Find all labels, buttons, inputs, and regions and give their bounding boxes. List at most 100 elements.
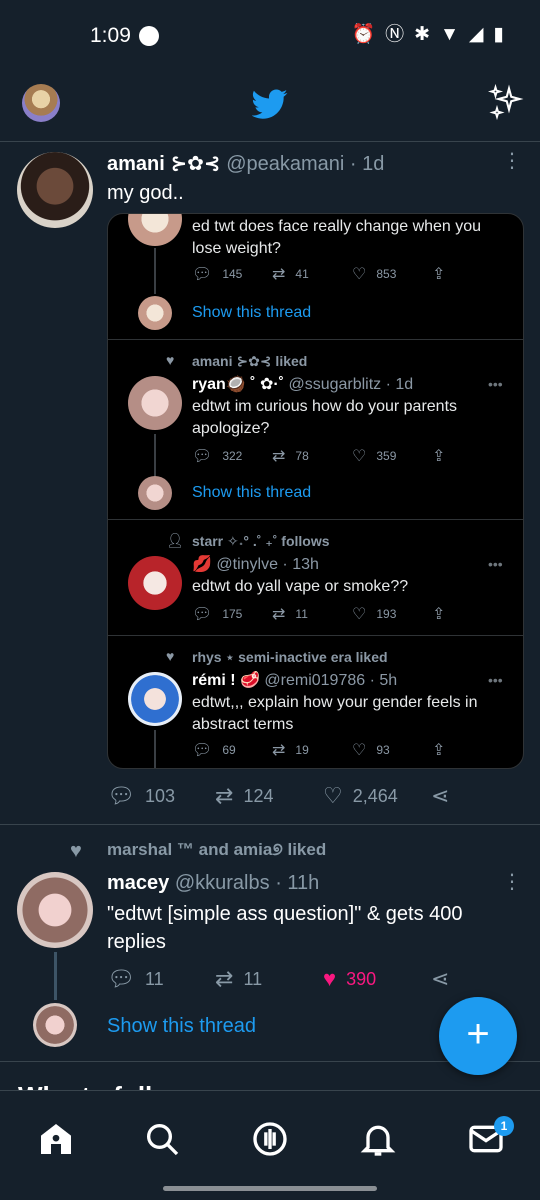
share-icon: ⋖ — [431, 783, 450, 808]
share-button[interactable]: ⇪ — [432, 264, 445, 284]
show-thread-link[interactable]: Show this thread — [192, 304, 311, 322]
thread-line — [154, 730, 156, 768]
avatar[interactable] — [33, 1003, 77, 1047]
retweet-icon: ⇄ — [272, 448, 286, 465]
sparkle-icon[interactable] — [488, 84, 524, 120]
tweet-header: macey @kkuralbs · 11h — [107, 872, 319, 895]
reply-button[interactable]: 💬︎ 145 — [192, 264, 242, 284]
share-button[interactable]: ⇪ — [432, 604, 445, 624]
alarm-icon: ⏰ — [351, 24, 376, 45]
home-icon[interactable] — [36, 1119, 76, 1159]
reply-icon: 💬︎ — [107, 966, 135, 991]
retweet-button[interactable]: ⇄ 11 — [272, 604, 308, 624]
embedded-tweet[interactable]: ed twt does face really change when you … — [108, 214, 523, 340]
avatar[interactable] — [128, 376, 182, 430]
messages-badge: 1 — [494, 1116, 514, 1136]
author-name[interactable]: amani ⊱✿⊰ — [107, 153, 221, 175]
signal-icon: ◢ — [468, 24, 484, 45]
author-handle[interactable]: @tinylve · 13h — [216, 556, 319, 573]
avatar[interactable] — [138, 476, 172, 510]
person-icon: 👤︎ — [166, 532, 184, 548]
embedded-tweet[interactable]: ♥ rhys ⋆ semi-inactive era liked rémi ! … — [108, 636, 523, 768]
more-options-icon[interactable]: ⋮ — [500, 151, 524, 175]
avatar[interactable] — [138, 296, 172, 330]
bluetooth-icon: ✱ — [414, 24, 431, 45]
retweet-icon: ⇄ — [272, 742, 286, 759]
author-name[interactable]: ryan🥥 ˚ ✿·˚ — [192, 376, 284, 393]
like-button[interactable]: ♡ 193 — [352, 604, 396, 624]
like-button[interactable]: ♡ 93 — [352, 740, 390, 760]
author-handle[interactable]: @ssugarblitz · 1d — [288, 376, 413, 393]
reply-icon: 💬︎ — [192, 606, 213, 623]
reply-button[interactable]: 💬︎ 322 — [192, 446, 242, 466]
reply-icon: 💬︎ — [107, 783, 135, 808]
like-button[interactable]: ♥ 390 — [323, 966, 376, 992]
spaces-icon[interactable] — [250, 1119, 290, 1159]
tweet-actions: 💬︎ 69 ⇄ 19 ♡ 93 ⇪ — [192, 740, 462, 762]
avatar[interactable] — [17, 152, 93, 228]
avatar[interactable] — [128, 556, 182, 610]
thread-line — [154, 434, 156, 478]
embedded-tweet[interactable]: 👤︎ starr ✧˖° .˚ ₊˚ follows 💋 @tinylve · … — [108, 520, 523, 636]
retweet-button[interactable]: ⇄ 78 — [272, 446, 309, 466]
more-options-icon[interactable]: ••• — [488, 376, 503, 392]
reply-button[interactable]: 💬︎ 175 — [192, 604, 242, 624]
home-indicator[interactable] — [163, 1186, 377, 1191]
more-options-icon[interactable]: ⋮ — [500, 872, 524, 896]
share-button[interactable]: ⋖ — [431, 966, 449, 992]
retweet-button[interactable]: ⇄ 19 — [272, 740, 309, 760]
twitter-bird-icon[interactable] — [252, 86, 288, 122]
embedded-tweet-header: ryan🥥 ˚ ✿·˚ @ssugarblitz · 1d — [192, 374, 413, 394]
retweet-button[interactable]: ⇄ 11 — [215, 966, 262, 992]
author-name[interactable]: rémi ! 🥩 — [192, 672, 260, 689]
author-name[interactable]: 💋 — [192, 556, 212, 573]
share-icon: ⇪ — [432, 266, 446, 283]
avatar[interactable] — [128, 672, 182, 726]
show-thread-link[interactable]: Show this thread — [107, 1015, 256, 1038]
embedded-tweet-text: edtwt do yall vape or smoke?? — [192, 578, 409, 595]
heart-icon: ♡ — [352, 606, 367, 623]
reply-button[interactable]: 💬︎ 69 — [192, 740, 236, 760]
heart-filled-icon: ♥ — [323, 966, 337, 991]
embedded-tweet-header: 💋 @tinylve · 13h — [192, 554, 319, 574]
thread-line — [154, 248, 156, 294]
tweet[interactable]: amani ⊱✿⊰ @peakamani · 1d ⋮ my god.. ed … — [0, 143, 540, 825]
retweet-icon: ⇄ — [272, 266, 286, 283]
profile-avatar[interactable] — [22, 84, 60, 122]
notifications-bell-icon[interactable] — [358, 1119, 398, 1159]
tweet-actions: 💬︎ 103 ⇄ 124 ♡ 2,464 ⋖ — [107, 783, 467, 813]
reply-button[interactable]: 💬︎ 11 — [107, 966, 164, 992]
author-name[interactable]: macey — [107, 872, 169, 894]
like-button[interactable]: ♡ 853 — [352, 264, 396, 284]
reply-icon: 💬︎ — [192, 742, 213, 759]
share-button[interactable]: ⋖ — [431, 783, 449, 809]
retweet-button[interactable]: ⇄ 41 — [272, 264, 309, 284]
reply-button[interactable]: 💬︎ 103 — [107, 783, 175, 809]
show-thread-link[interactable]: Show this thread — [192, 484, 311, 502]
tweet-text: my god.. — [107, 182, 184, 204]
search-icon[interactable] — [142, 1119, 182, 1159]
author-handle[interactable]: @peakamani — [226, 153, 344, 175]
social-context: rhys ⋆ semi-inactive era liked — [192, 649, 388, 665]
like-button[interactable]: ♡ 2,464 — [323, 783, 398, 809]
heart-icon: ♡ — [352, 742, 367, 759]
like-button[interactable]: ♡ 359 — [352, 446, 396, 466]
quoted-tweets-card[interactable]: ed twt does face really change when you … — [107, 213, 524, 769]
retweet-button[interactable]: ⇄ 124 — [215, 783, 273, 809]
share-icon: ⇪ — [432, 606, 446, 623]
share-button[interactable]: ⇪ — [432, 740, 445, 760]
avatar[interactable] — [17, 872, 93, 948]
more-options-icon[interactable]: ••• — [488, 556, 503, 572]
author-handle[interactable]: @remi019786 · 5h — [264, 672, 397, 689]
avatar[interactable] — [128, 214, 182, 246]
social-context: starr ✧˖° .˚ ₊˚ follows — [192, 533, 330, 549]
author-handle[interactable]: @kkuralbs — [175, 872, 270, 894]
retweet-icon: ⇄ — [215, 966, 234, 991]
share-button[interactable]: ⇪ — [432, 446, 445, 466]
share-icon: ⇪ — [432, 448, 446, 465]
more-options-icon[interactable]: ••• — [488, 672, 503, 688]
compose-tweet-button[interactable]: + — [439, 997, 517, 1075]
tweet-time: · 11h — [275, 872, 320, 894]
social-context: amani ⊱✿⊰ liked — [192, 353, 308, 369]
embedded-tweet[interactable]: ♥ amani ⊱✿⊰ liked ryan🥥 ˚ ✿·˚ @ssugarbli… — [108, 340, 523, 520]
